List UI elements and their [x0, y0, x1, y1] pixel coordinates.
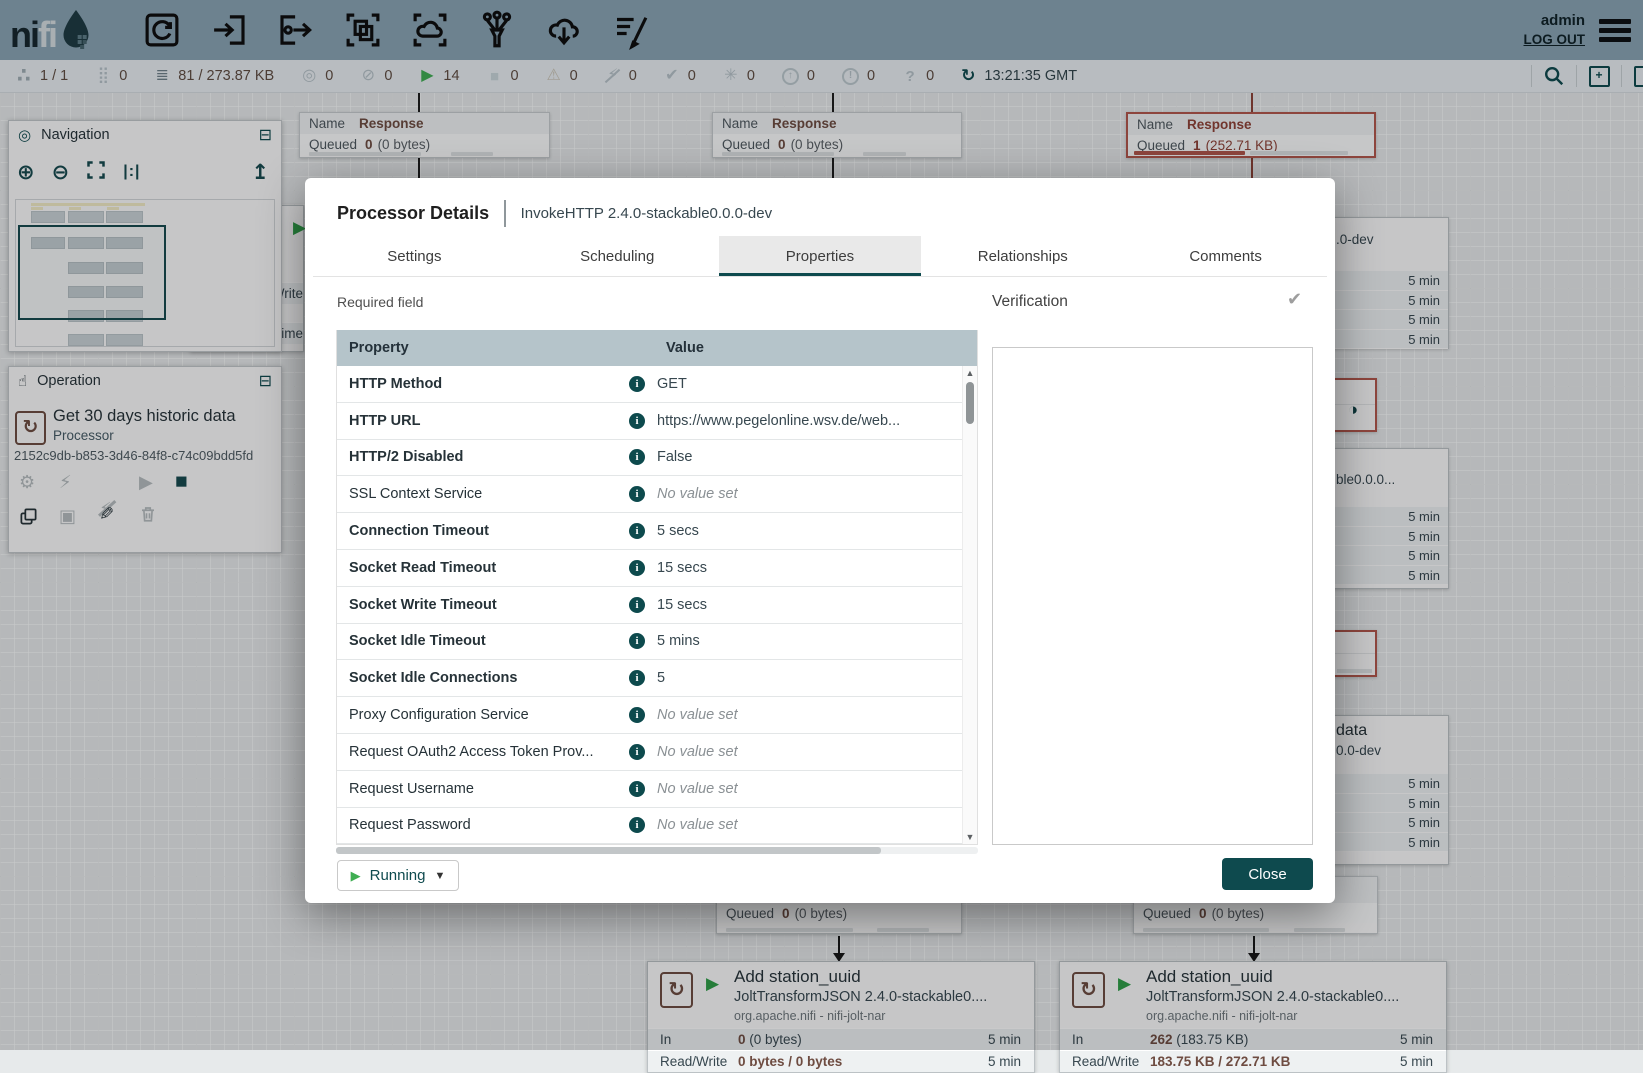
info-icon[interactable]: i [629, 670, 645, 686]
property-row[interactable]: Socket Idle Connections i 5 [337, 660, 977, 697]
running-icon: ▶ [351, 868, 361, 884]
info-icon[interactable]: i [629, 413, 645, 429]
properties-table: Property Value HTTP Method i GET HTTP UR… [336, 330, 978, 845]
property-row[interactable]: Request Password i No value set [337, 808, 977, 845]
property-row[interactable]: HTTP URL i https://www.pegelonline.wsv.d… [337, 403, 977, 440]
info-icon[interactable]: i [629, 633, 645, 649]
close-button[interactable]: Close [1222, 858, 1313, 890]
info-icon[interactable]: i [629, 376, 645, 392]
required-field-label: Required field [337, 294, 423, 310]
dialog-tab[interactable]: Comments [1124, 236, 1327, 276]
dialog-tab[interactable]: Settings [313, 236, 516, 276]
info-icon[interactable]: i [629, 597, 645, 613]
processor-details-dialog: Processor Details InvokeHTTP 2.4.0-stack… [305, 178, 1335, 903]
property-row[interactable]: SSL Context Service i No value set [337, 476, 977, 513]
run-state-dropdown[interactable]: ▶ Running ▼ [337, 860, 459, 891]
info-icon[interactable]: i [629, 560, 645, 576]
table-scrollbar[interactable]: ▲ ▼ [962, 366, 977, 844]
verification-panel [992, 347, 1313, 845]
table-hscrollbar[interactable] [336, 847, 978, 854]
property-row[interactable]: Proxy Configuration Service i No value s… [337, 697, 977, 734]
scroll-down-icon[interactable]: ▼ [963, 832, 977, 842]
info-icon[interactable]: i [629, 744, 645, 760]
info-icon[interactable]: i [629, 781, 645, 797]
property-row[interactable]: HTTP Method i GET [337, 366, 977, 403]
property-row[interactable]: Socket Read Timeout i 15 secs [337, 550, 977, 587]
info-icon[interactable]: i [629, 449, 645, 465]
property-row[interactable]: Connection Timeout i 5 secs [337, 513, 977, 550]
processor-type-subtitle: InvokeHTTP 2.4.0-stackable0.0.0-dev [521, 205, 773, 222]
scrollbar-thumb[interactable] [966, 382, 974, 424]
info-icon[interactable]: i [629, 486, 645, 502]
property-row[interactable]: Socket Write Timeout i 15 secs [337, 587, 977, 624]
property-row[interactable]: Request OAuth2 Access Token Prov... i No… [337, 734, 977, 771]
info-icon[interactable]: i [629, 707, 645, 723]
info-icon[interactable]: i [629, 817, 645, 833]
info-icon[interactable]: i [629, 523, 645, 539]
title-divider [504, 200, 506, 227]
property-row[interactable]: HTTP/2 Disabled i False [337, 440, 977, 477]
scroll-up-icon[interactable]: ▲ [963, 368, 977, 378]
dialog-tabs: SettingsSchedulingPropertiesRelationship… [313, 236, 1327, 277]
dialog-tab[interactable]: Properties [719, 236, 922, 276]
dialog-tab[interactable]: Relationships [921, 236, 1124, 276]
dialog-title: Processor Details [337, 203, 489, 224]
verification-title: Verification [992, 293, 1068, 311]
property-row[interactable]: Socket Idle Timeout i 5 mins [337, 624, 977, 661]
property-row[interactable]: Request Username i No value set [337, 771, 977, 808]
verification-check-icon[interactable]: ✔ [1287, 289, 1302, 310]
chevron-down-icon: ▼ [435, 870, 446, 882]
properties-table-header: Property Value [337, 330, 977, 366]
dialog-tab[interactable]: Scheduling [516, 236, 719, 276]
